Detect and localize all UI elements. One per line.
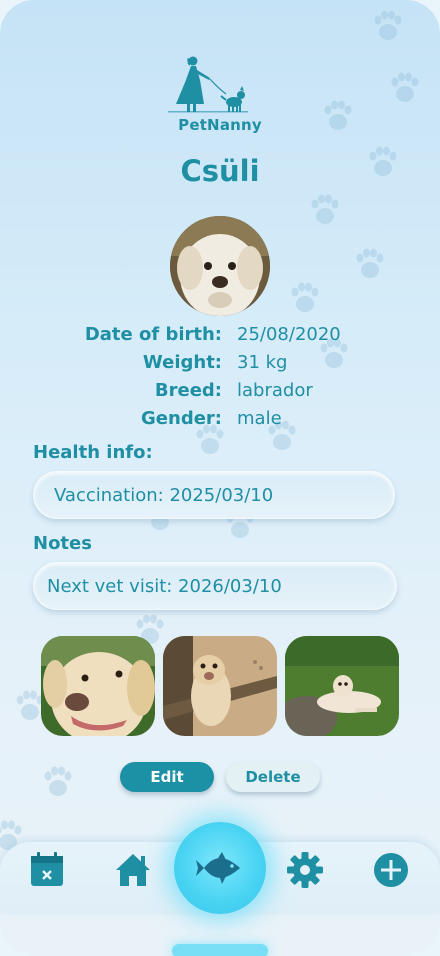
dog-closeup-photo	[41, 636, 155, 736]
health-info-title: Health info:	[33, 442, 153, 463]
gender-label: Gender:	[141, 408, 222, 429]
notes-field[interactable]: Next vet visit: 2026/03/10	[33, 562, 397, 610]
gallery-photo-2[interactable]	[163, 636, 277, 736]
petnanny-logo: PetNanny	[160, 54, 280, 138]
logo-text: PetNanny	[178, 116, 262, 134]
settings-gear-icon[interactable]	[285, 850, 325, 890]
info-row-birth: Date of birth: 25/08/2020	[0, 324, 440, 350]
home-indicator[interactable]	[172, 944, 268, 956]
home-icon[interactable]	[113, 850, 153, 890]
gallery-photo-3[interactable]	[285, 636, 399, 736]
birth-value: 25/08/2020	[237, 324, 341, 345]
pet-avatar[interactable]	[170, 216, 270, 316]
edit-button[interactable]: Edit	[120, 762, 214, 792]
dog-avatar-photo	[170, 216, 270, 316]
info-row-breed: Breed: labrador	[0, 380, 440, 406]
calendar-icon[interactable]	[27, 850, 67, 890]
dog-lying-grass-photo	[285, 636, 399, 736]
health-info-field[interactable]: Vaccination: 2025/03/10	[33, 471, 395, 519]
plus-circle-icon[interactable]	[371, 850, 411, 890]
gallery-photo-1[interactable]	[41, 636, 155, 736]
breed-label: Breed:	[154, 380, 222, 401]
info-row-weight: Weight: 31 kg	[0, 352, 440, 378]
dog-sitting-photo	[163, 636, 277, 736]
weight-value: 31 kg	[237, 352, 288, 373]
delete-button[interactable]: Delete	[226, 762, 320, 792]
info-row-gender: Gender: male	[0, 408, 440, 434]
notes-title: Notes	[33, 533, 92, 554]
pet-name-title: Csüli	[180, 154, 260, 188]
center-fish-button[interactable]	[174, 822, 266, 914]
fish-icon	[196, 852, 240, 884]
weight-label: Weight:	[142, 352, 222, 373]
woman-walking-dog-icon	[168, 56, 248, 113]
pet-profile-screen: PetNanny Csüli Date of birth: 25/08/2020…	[0, 0, 440, 956]
breed-value: labrador	[237, 380, 313, 401]
gender-value: male	[237, 408, 282, 429]
birth-label: Date of birth:	[84, 324, 222, 345]
